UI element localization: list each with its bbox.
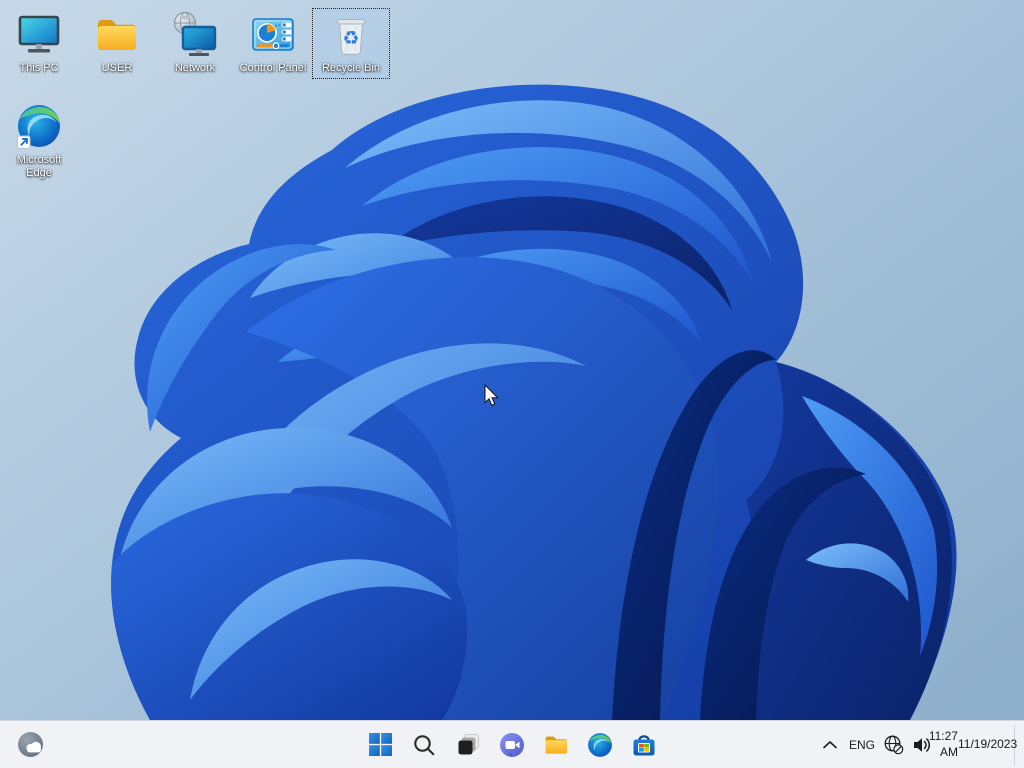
desktop-icon-microsoft-edge[interactable]: Microsoft Edge: [0, 100, 78, 184]
svg-text:♻: ♻: [342, 28, 359, 50]
widgets-weather-icon: [17, 732, 43, 757]
file-explorer-icon: [545, 736, 567, 754]
start-button[interactable]: [360, 725, 400, 765]
edge-icon: [588, 732, 612, 757]
network-icon: [171, 11, 219, 59]
control-panel-icon: [249, 11, 297, 59]
search-icon: [414, 734, 435, 755]
clock[interactable]: 11:27 AM 11/19/2023: [929, 725, 1018, 765]
store-icon: [633, 734, 655, 755]
task-view-icon: [458, 734, 479, 755]
widgets-button[interactable]: [10, 725, 50, 765]
icon-label: Network: [174, 62, 216, 74]
clock-date: 11/19/2023: [957, 736, 1018, 751]
desktop-icon-user-folder[interactable]: USER: [78, 8, 156, 79]
tray-chevron-button[interactable]: [816, 725, 844, 765]
file-explorer-button[interactable]: [536, 725, 576, 765]
icon-label: Microsoft Edge: [16, 154, 62, 179]
store-button[interactable]: [624, 725, 664, 765]
recycle-bin-icon: ♻: [327, 11, 375, 59]
tray-status-area[interactable]: [880, 725, 936, 765]
windows-11-desktop: This PC USER Network Control Panel ♻ Rec…: [0, 0, 1024, 768]
folder-icon: [93, 11, 141, 59]
this-pc-icon: [15, 11, 63, 59]
search-button[interactable]: [404, 725, 444, 765]
desktop-icon-this-pc[interactable]: This PC: [0, 8, 78, 79]
edge-shortcut-icon: [15, 103, 63, 151]
show-desktop-button[interactable]: [1014, 724, 1020, 765]
language-label: ENG: [848, 737, 875, 752]
start-icon: [368, 733, 392, 756]
icon-label: USER: [101, 62, 133, 74]
chat-icon: [500, 732, 524, 757]
icon-label: This PC: [19, 62, 59, 74]
icon-label: Control Panel: [239, 62, 307, 74]
clock-time: 11:27 AM: [928, 729, 958, 759]
desktop-wallpaper: [0, 0, 1024, 720]
language-indicator[interactable]: ENG: [844, 725, 880, 765]
icon-label: Recycle Bin: [321, 62, 381, 74]
chevron-up-icon: [823, 740, 837, 748]
edge-button[interactable]: [580, 725, 620, 765]
chat-button[interactable]: [492, 725, 532, 765]
globe-no-internet-icon: [884, 735, 904, 755]
desktop-icon-control-panel[interactable]: Control Panel: [234, 8, 312, 79]
desktop-icon-network[interactable]: Network: [156, 8, 234, 79]
task-view-button[interactable]: [448, 725, 488, 765]
taskbar: ENG 11:27 AM 11/19/2023: [0, 720, 1024, 768]
desktop-icon-recycle-bin[interactable]: ♻ Recycle Bin: [312, 8, 390, 79]
